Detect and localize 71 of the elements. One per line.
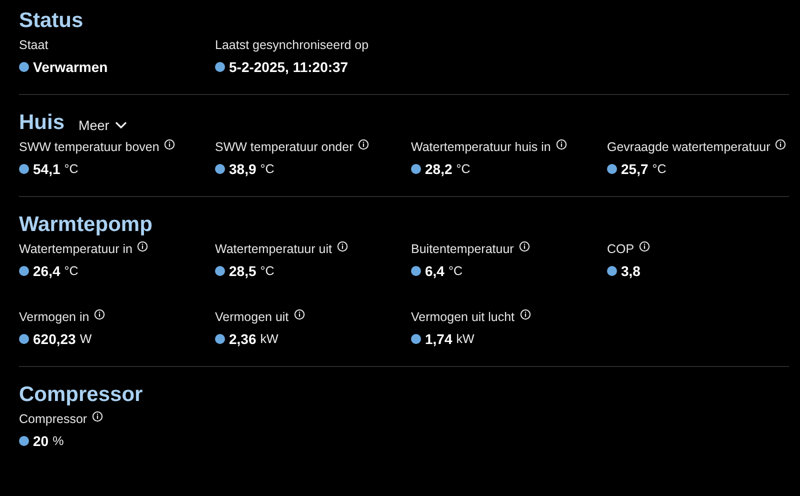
unit-label: kW (456, 332, 474, 346)
sensor-label: Watertemperatuur in (19, 242, 132, 256)
unit-label: °C (64, 162, 78, 176)
sensor-value: 5-2-2025, 11:20:37 (229, 59, 348, 75)
status-dot (607, 164, 617, 174)
section-title: Status (19, 9, 84, 33)
unit-label: °C (652, 162, 666, 176)
sensor-value: 1,74 (425, 331, 452, 347)
status-dot (19, 334, 29, 344)
sensor-value: 54,1 (33, 161, 60, 177)
unit-label: W (80, 332, 92, 346)
info-icon[interactable] (94, 308, 106, 320)
info-icon[interactable] (358, 138, 370, 150)
sensor-label: Vermogen in (19, 310, 90, 324)
sensor-label: COP (607, 242, 634, 256)
section-title: Huis (19, 111, 65, 135)
unit-label: °C (260, 264, 274, 278)
sensor-label: Compressor (19, 412, 88, 426)
sensor-value: 2,36 (229, 331, 256, 347)
info-icon[interactable] (556, 138, 567, 150)
sensor-value: 38,9 (229, 161, 256, 177)
info-icon[interactable] (775, 138, 786, 150)
info-icon[interactable] (639, 240, 650, 252)
sensor-label: Watertemperatuur uit (215, 242, 332, 256)
sensor-label: SWW temperatuur onder (215, 140, 354, 154)
sensor-label: Staat (19, 38, 48, 52)
sensor-label: Laatst gesynchroniseerd op (215, 38, 369, 52)
info-icon[interactable] (92, 410, 104, 422)
info-icon[interactable] (518, 240, 530, 252)
unit-label: % (52, 434, 64, 448)
status-dot (19, 62, 29, 72)
sensor-value: 20 (33, 433, 49, 449)
sensor-label: Buitentemperatuur (411, 242, 514, 256)
caret-icon (115, 121, 128, 129)
sensor-value: 28,5 (229, 263, 256, 279)
unit-label: °C (456, 162, 470, 176)
sensor-label: Watertemperatuur huis in (411, 140, 551, 154)
status-dot (215, 164, 225, 174)
sensor-label: Vermogen uit lucht (411, 310, 515, 324)
info-icon[interactable] (336, 240, 348, 252)
unit-label: °C (260, 162, 274, 176)
sensor-value: 28,2 (425, 161, 452, 177)
sensor-label: Vermogen uit (215, 310, 289, 324)
unit-label: kW (260, 332, 278, 346)
sensor-value: 25,7 (621, 161, 648, 177)
sensor-value: 6,4 (425, 263, 444, 279)
status-dot (411, 334, 421, 344)
status-dot (411, 164, 421, 174)
status-dot (215, 266, 225, 276)
more-button[interactable]: Meer (78, 114, 128, 132)
status-dot (411, 266, 421, 276)
status-dot (19, 164, 29, 174)
status-dot (19, 266, 29, 276)
info-icon[interactable] (137, 240, 148, 252)
unit-label: °C (448, 264, 462, 278)
sensor-label: SWW temperatuur boven (19, 140, 160, 154)
info-icon[interactable] (294, 308, 305, 320)
status-dot (19, 436, 29, 446)
unit-label: °C (64, 264, 78, 278)
status-dot (215, 62, 225, 72)
section-title: Compressor (19, 383, 143, 407)
sensor-label: Gevraagde watertemperatuur (607, 140, 770, 154)
section-title: Warmtepomp (19, 213, 152, 237)
status-dot (215, 334, 225, 344)
sensor-value: 3,8 (621, 263, 640, 279)
sensor-value: 620,23 (33, 331, 76, 347)
info-icon[interactable] (164, 138, 176, 150)
sensor-value: 26,4 (33, 263, 60, 279)
info-icon[interactable] (520, 308, 531, 320)
sensor-value: Verwarmen (33, 59, 108, 75)
status-dot (607, 266, 617, 276)
